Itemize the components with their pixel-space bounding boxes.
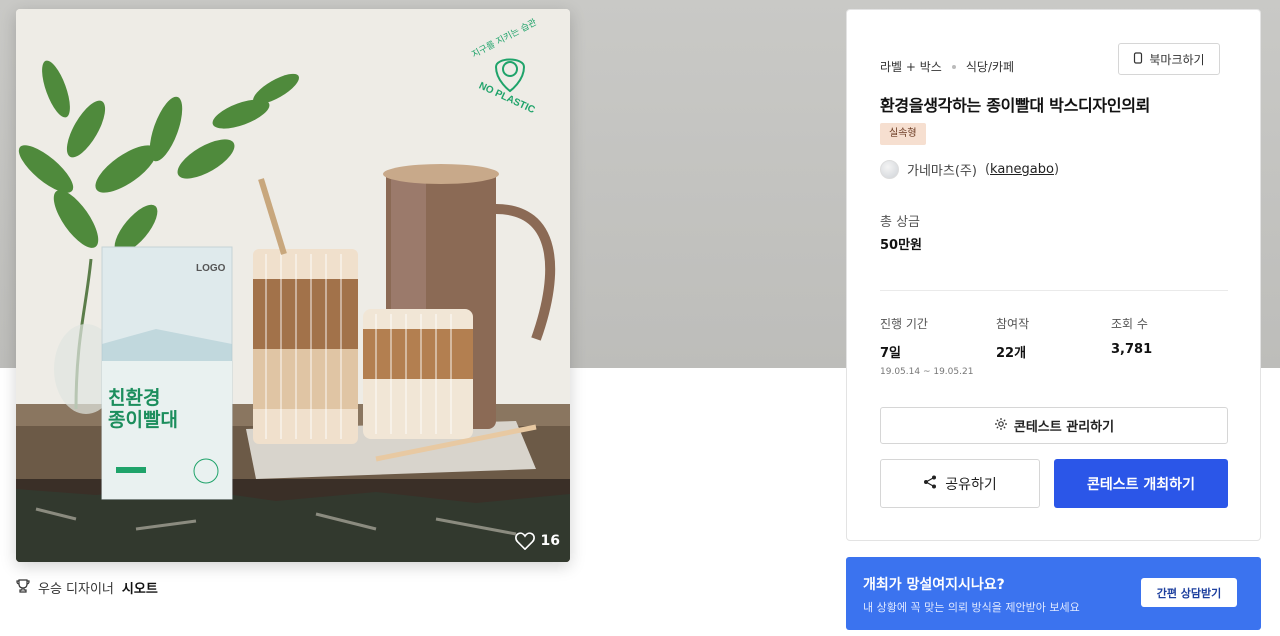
- like-button[interactable]: 16: [514, 532, 560, 550]
- stat-entries: 참여작 22개: [996, 315, 1029, 361]
- winner-prefix: 우승 디자이너: [38, 582, 114, 597]
- consult-description: 내 상황에 꼭 맞는 의뢰 방식을 제안받아 보세요: [863, 601, 1080, 614]
- like-count: 16: [540, 533, 560, 549]
- host-handle-link[interactable]: kanegabo: [990, 162, 1054, 177]
- stat-duration: 진행 기간 7일 19.05.14 ~ 19.05.21: [880, 315, 973, 377]
- host-info: 가네마츠(주) (kanegabo): [880, 160, 1059, 179]
- category-primary[interactable]: 라벨 + 박스: [880, 58, 942, 75]
- duration-value: 7일: [880, 346, 902, 361]
- entry-image: LOGO 친환경 종이빨대 지구를 지키는 습관 NO PLASTIC: [16, 9, 570, 562]
- entry-image-card[interactable]: LOGO 친환경 종이빨대 지구를 지키는 습관 NO PLASTIC 16: [16, 9, 570, 562]
- consult-question: 개최가 망설여지시나요?: [863, 577, 1005, 593]
- contest-type-badge: 실속형: [880, 123, 926, 145]
- svg-text:친환경: 친환경: [108, 387, 160, 409]
- contest-title: 환경을생각하는 종이빨대 박스디자인의뢰: [880, 96, 1151, 115]
- product-box: LOGO 친환경 종이빨대: [101, 246, 233, 500]
- bookmark-button[interactable]: 북마크하기: [1118, 43, 1220, 75]
- gear-icon: [994, 417, 1008, 435]
- duration-range: 19.05.14 ~ 19.05.21: [880, 367, 974, 377]
- heart-icon: [514, 532, 535, 550]
- category-secondary[interactable]: 식당/카페: [966, 58, 1014, 75]
- host-avatar: [880, 160, 899, 179]
- stat-views: 조회 수 3,781: [1111, 315, 1152, 357]
- prize-label: 총 상금: [880, 215, 921, 230]
- entries-label: 참여작: [996, 317, 1030, 331]
- share-label: 공유하기: [945, 476, 997, 493]
- category-breadcrumb: 라벨 + 박스 식당/카페: [880, 58, 1014, 75]
- share-button[interactable]: 공유하기: [880, 459, 1040, 508]
- host-name: 가네마츠(주): [907, 164, 977, 179]
- contest-info-card: 라벨 + 박스 식당/카페 북마크하기 환경을생각하는 종이빨대 박스디자인의뢰…: [846, 9, 1261, 541]
- views-label: 조회 수: [1111, 317, 1148, 331]
- category-separator: [951, 64, 956, 69]
- svg-text:LOGO: LOGO: [196, 263, 226, 274]
- winner-designer: 우승 디자이너 시오트: [16, 578, 158, 597]
- entries-value: 22개: [996, 346, 1027, 361]
- host-handle-wrap: (kanegabo): [984, 162, 1060, 177]
- prize-value: 50만원: [880, 238, 923, 253]
- winner-name[interactable]: 시오트: [122, 578, 158, 597]
- manage-label: 콘테스트 관리하기: [1013, 420, 1115, 435]
- trophy-icon: [16, 578, 30, 597]
- host-contest-button[interactable]: 콘테스트 개최하기: [1054, 459, 1228, 508]
- svg-text:종이빨대: 종이빨대: [108, 409, 178, 431]
- share-icon: [923, 475, 937, 493]
- divider: [880, 290, 1228, 291]
- bookmark-icon: [1133, 51, 1143, 67]
- views-value: 3,781: [1111, 342, 1153, 357]
- consult-banner: 개최가 망설여지시나요? 내 상황에 꼭 맞는 의뢰 방식을 제안받아 보세요 …: [846, 557, 1261, 630]
- manage-contest-button[interactable]: 콘테스트 관리하기: [880, 407, 1228, 444]
- duration-label: 진행 기간: [880, 317, 928, 331]
- bookmark-label: 북마크하기: [1149, 52, 1205, 67]
- consult-button[interactable]: 간편 상담받기: [1141, 578, 1237, 607]
